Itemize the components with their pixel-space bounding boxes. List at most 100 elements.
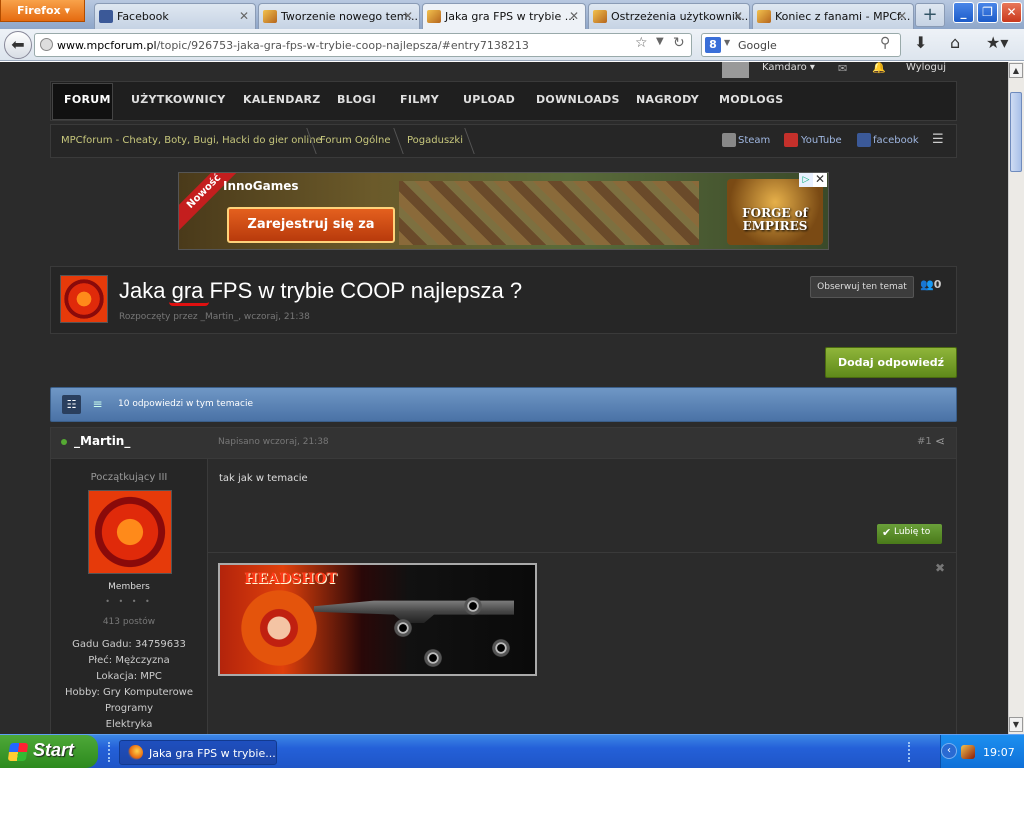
restore-button[interactable]: ❐ [977, 2, 998, 23]
tab-new-topic[interactable]: Tworzenie nowego tem... ✕ [258, 3, 420, 29]
signature-divider [208, 552, 957, 553]
close-tab-icon[interactable]: ✕ [239, 9, 249, 23]
field-gadu-gadu: Gadu Gadu: 34759633 [72, 639, 186, 650]
show-hidden-icons-icon[interactable]: ‹ [941, 743, 957, 759]
bookmarks-menu-icon[interactable]: ★▾ [986, 33, 1008, 52]
followers-count[interactable]: 👥0 [920, 278, 941, 291]
clock[interactable]: 19:07 [983, 746, 1015, 759]
dropdown-arrow-icon[interactable]: ▼ [656, 36, 664, 47]
bullet-hole-artwork [420, 645, 446, 671]
threaded-view-icon[interactable]: ☷ [62, 395, 81, 414]
breadcrumb-general-forum[interactable]: Forum Ogólne [320, 135, 391, 146]
steam-icon[interactable] [722, 133, 736, 147]
bookmark-star-icon[interactable]: ☆ [635, 35, 648, 51]
user-menu[interactable]: Kamdaro ▾ [762, 62, 815, 73]
skull-artwork [234, 585, 324, 671]
site-identity-icon[interactable] [40, 38, 53, 51]
advertisement-banner[interactable]: Nowość InnoGames Zarejestruj się za darm… [178, 172, 829, 250]
mpc-icon [427, 10, 441, 23]
breadcrumb-home[interactable]: MPCforum - Cheaty, Boty, Bugi, Hacki do … [61, 135, 322, 146]
topic-meta: Rozpoczęty przez _Martin_, wczoraj, 21:3… [119, 312, 310, 322]
facebook-icon [99, 10, 113, 23]
field-hobby: Hobby: Gry Komputerowe [64, 687, 194, 698]
back-button[interactable]: ⬅ [4, 31, 32, 59]
ad-register-button[interactable]: Zarejestruj się za darmo! [227, 207, 395, 243]
nav-blogs[interactable]: BLOGI [337, 93, 376, 106]
follow-topic-button[interactable]: Obserwuj ten temat [810, 276, 914, 298]
user-avatar[interactable] [722, 62, 749, 78]
reputation-pips: • • • • [105, 597, 153, 606]
taskbar-grip[interactable] [108, 742, 112, 762]
google-icon[interactable]: 8 [705, 37, 721, 53]
avatar[interactable] [88, 490, 172, 574]
bullet-hole-artwork [488, 635, 514, 661]
search-icon[interactable]: ⚲ [880, 35, 890, 51]
tab-facebook[interactable]: Facebook ✕ [94, 3, 256, 29]
new-tab-button[interactable]: + [915, 3, 945, 27]
youtube-link[interactable]: YouTube [801, 135, 842, 146]
nav-modlogs[interactable]: MODLOGS [719, 93, 783, 106]
nav-users[interactable]: UŻYTKOWNICY [131, 93, 226, 106]
taskbar-grip[interactable] [908, 742, 912, 762]
nav-rewards[interactable]: NAGRODY [636, 93, 699, 106]
page-title: Jaka gra FPS w trybie COOP najlepsza ? [119, 278, 523, 303]
mail-icon[interactable]: ✉ [838, 62, 847, 75]
scroll-down-arrow[interactable]: ▼ [1009, 717, 1023, 732]
list-view-icon[interactable]: ≡ [88, 395, 107, 414]
red-underline-annotation [169, 302, 209, 306]
scrollbar-thumb[interactable] [1010, 92, 1022, 172]
minimize-button[interactable]: _ [953, 2, 974, 23]
nav-movies[interactable]: FILMY [400, 93, 439, 106]
hide-signature-icon[interactable]: ✖ [935, 561, 945, 575]
home-icon[interactable]: ⌂ [950, 33, 960, 52]
tab-current-topic[interactable]: Jaka gra FPS w trybie ... ✕ [422, 3, 586, 29]
firefox-icon [128, 745, 143, 760]
replies-count: 10 odpowiedzi w tym temacie [118, 399, 253, 409]
page-viewport: Kamdaro ▾ ✉ 🔔 Wyloguj FORUM UŻYTKOWNICY … [0, 62, 1008, 734]
post-number[interactable]: #1 [917, 436, 932, 447]
search-input[interactable]: Google [701, 33, 901, 57]
reload-icon[interactable]: ↻ [673, 35, 685, 51]
tab-warnings[interactable]: Ostrzeżenia użytkownik... ✕ [588, 3, 750, 29]
share-icon[interactable]: ⋖ [935, 434, 945, 448]
post-author[interactable]: _Martin_ [74, 434, 130, 448]
close-tab-icon[interactable]: ✕ [569, 9, 579, 23]
logout-link[interactable]: Wyloguj [906, 62, 946, 73]
facebook-link[interactable]: facebook [873, 135, 919, 146]
list-menu-icon[interactable]: ☰ [932, 132, 944, 147]
ad-brand: InnoGames [223, 179, 299, 193]
close-tab-icon[interactable]: ✕ [733, 9, 743, 23]
notification-bell-icon[interactable]: 🔔 [872, 62, 886, 74]
tray-app-icon[interactable] [961, 745, 975, 759]
youtube-icon[interactable] [784, 133, 798, 147]
scroll-up-arrow[interactable]: ▲ [1009, 63, 1023, 78]
add-reply-button[interactable]: Dodaj odpowiedź [825, 347, 957, 378]
post-text: tak jak w temacie [219, 473, 308, 484]
windows-logo-icon [7, 743, 29, 761]
steam-link[interactable]: Steam [738, 135, 770, 146]
url-bar[interactable]: www.mpcforum.pl/topic/926753-jaka-gra-fp… [34, 33, 692, 57]
tab-fans[interactable]: Koniec z fanami - MPCf... ✕ [752, 3, 914, 29]
close-tab-icon[interactable]: ✕ [897, 9, 907, 23]
ad-info-icon[interactable]: ▷ [799, 173, 813, 187]
firefox-menu-button[interactable]: Firefox ▾ [0, 0, 85, 22]
field-location: Lokacja: MPC [96, 671, 162, 682]
breadcrumb-chat[interactable]: Pogaduszki [407, 135, 463, 146]
nav-calendar[interactable]: KALENDARZ [243, 93, 321, 106]
online-status-icon [61, 439, 67, 445]
close-tab-icon[interactable]: ✕ [403, 9, 413, 23]
download-icon[interactable]: ⬇ [914, 33, 927, 52]
nav-forum[interactable]: FORUM [64, 93, 111, 106]
nav-upload[interactable]: UPLOAD [463, 93, 515, 106]
close-window-button[interactable]: ✕ [1001, 2, 1022, 23]
field-gender: Płeć: Mężczyzna [88, 655, 170, 666]
nav-downloads[interactable]: DOWNLOADS [536, 93, 620, 106]
facebook-icon[interactable] [857, 133, 871, 147]
mpc-icon [263, 10, 277, 23]
ad-town-artwork [399, 181, 699, 245]
post-date: Napisano wczoraj, 21:38 [218, 437, 329, 447]
bullet-hole-artwork [390, 615, 416, 641]
engine-dropdown-icon[interactable]: ▼ [724, 38, 730, 47]
topic-author-avatar[interactable] [60, 275, 108, 323]
ad-close-icon[interactable]: ✕ [813, 173, 827, 187]
